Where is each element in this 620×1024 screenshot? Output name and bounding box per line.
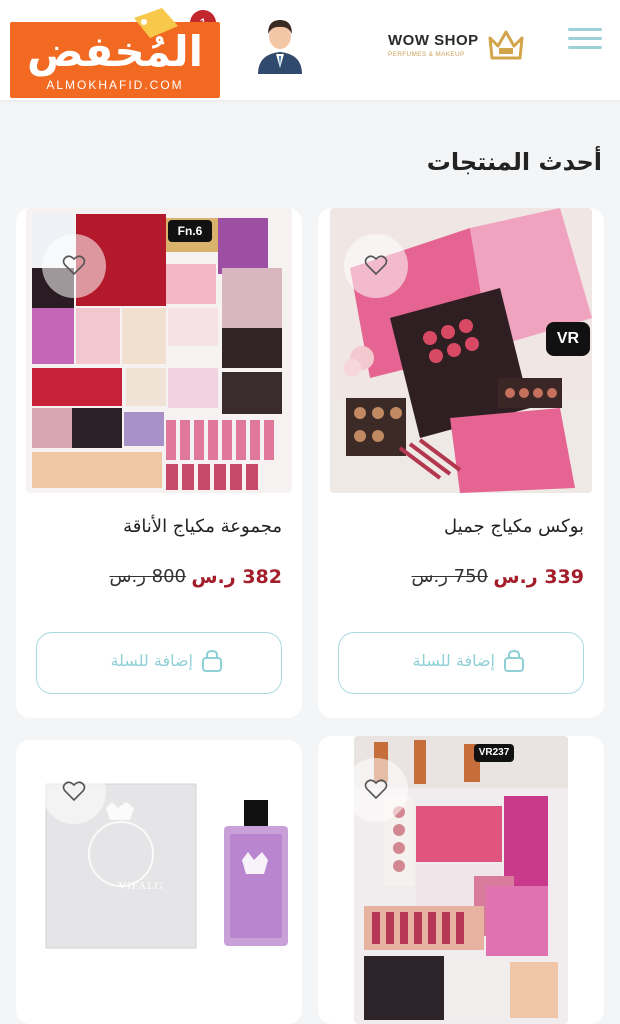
product-box-text: VIFALG — [118, 880, 164, 892]
product-old-price: 800 ر.س — [109, 566, 186, 587]
product-card[interactable]: VIFALG — [16, 740, 302, 1024]
product-price: 339 ر.س — [493, 566, 584, 588]
add-to-cart-label: إضافة للسلة — [110, 651, 193, 670]
product-card[interactable]: Fn.6 مجموعة مكياج الأناقة 382 ر.س 800 ر.… — [16, 208, 302, 718]
heart-icon — [364, 779, 388, 800]
brand-tagline: PERFUMES & MAKEUP — [388, 51, 465, 58]
add-to-cart-button[interactable]: إضافة للسلة — [36, 632, 282, 694]
brand-name: WOW SHOP — [388, 32, 479, 49]
product-old-price: 750 ر.س — [411, 566, 488, 587]
add-to-cart-button[interactable]: إضافة للسلة — [338, 632, 584, 694]
product-title[interactable]: مجموعة مكياج الأناقة — [123, 516, 282, 537]
heart-icon — [62, 255, 86, 276]
favorite-button[interactable] — [42, 234, 106, 298]
watermark-arabic-text: المُخفض — [26, 27, 204, 76]
product-badge: VR — [546, 322, 590, 356]
product-price: 382 ر.س — [191, 566, 282, 588]
favorite-button[interactable] — [344, 234, 408, 298]
product-badge: VR237 — [474, 744, 514, 762]
heart-icon — [364, 255, 388, 276]
shopping-bag-icon — [202, 649, 222, 672]
product-title[interactable]: بوكس مكياج جميل — [444, 516, 584, 537]
section-title: أحدث المنتجات — [426, 148, 602, 176]
brand-logo[interactable]: WOW SHOP PERFUMES & MAKEUP — [388, 26, 528, 66]
hamburger-menu-icon[interactable] — [568, 24, 602, 54]
product-badge: Fn.6 — [168, 220, 212, 242]
product-card[interactable]: VR237 — [318, 736, 604, 1024]
favorite-button[interactable] — [42, 760, 106, 824]
watermark-url-text: ALMOKHAFID.COM — [46, 78, 184, 92]
heart-icon — [62, 781, 86, 802]
almokhafid-watermark: المُخفض ALMOKHAFID.COM — [10, 8, 220, 98]
product-card[interactable]: VR بوكس مكياج جميل 339 ر.س 750 ر.س إضافة… — [318, 208, 604, 718]
add-to-cart-label: إضافة للسلة — [412, 651, 495, 670]
shopping-bag-icon — [504, 649, 524, 672]
user-avatar-icon[interactable] — [252, 14, 308, 76]
favorite-button[interactable] — [344, 758, 408, 822]
brand-crown-icon — [488, 30, 524, 60]
